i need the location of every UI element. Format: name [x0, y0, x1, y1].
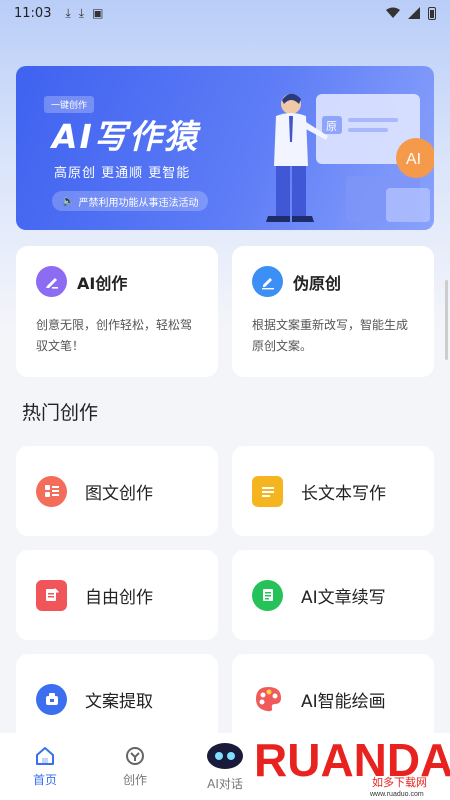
download-icon: ⤓ [65, 5, 71, 20]
long-text-icon [252, 475, 283, 507]
extract-icon [36, 683, 67, 715]
ai-create-title: AI创作 [77, 273, 128, 293]
watermark-url: www.ruaduo.com [369, 791, 424, 798]
ai-badge-text: AI [406, 151, 421, 168]
robot-icon [207, 743, 243, 769]
banner-title: AI写作猿 [52, 117, 199, 156]
feature-extract[interactable]: 文案提取 [16, 654, 218, 744]
ruandado-watermark-logo: RUANDADO 如多下载网 www.ruaduo.com [254, 734, 450, 798]
feature-free-write[interactable]: 自由创作 [16, 550, 218, 640]
nav-create[interactable]: 创作 [90, 733, 180, 800]
speaker-icon: 🔈 [62, 195, 75, 207]
feature-label: 长文本写作 [301, 483, 386, 504]
feature-label: 图文创作 [85, 483, 153, 504]
download-icon-2: ⤓ [78, 5, 85, 20]
feature-label: AI智能绘画 [301, 691, 386, 712]
nav-ai-chat-label: AI对话 [207, 777, 243, 791]
scrollbar[interactable] [445, 280, 448, 360]
feature-image-text[interactable]: 图文创作 [16, 446, 218, 536]
pseudo-original-card[interactable]: 伪原创 根据文案重新改写，智能生成原创文案。 [232, 246, 434, 377]
promo-banner[interactable]: 一键创作 AI写作猿 高原创 更通顺 更智能 🔈 严禁利用功能从事违法活动 原 … [16, 66, 434, 230]
ai-create-card[interactable]: AI创作 创意无限，创作轻松，轻松驾驭文笔！ [16, 246, 218, 377]
create-icon [126, 747, 144, 765]
home-icon [36, 747, 54, 765]
pen-icon [36, 266, 67, 297]
image-text-icon [36, 475, 67, 507]
app-notification-icon: ▣ [92, 6, 104, 20]
writer-illustration: 原 AI [266, 93, 434, 222]
continue-write-icon [252, 579, 283, 611]
section-title-hot: 热门创作 [22, 402, 99, 424]
signal-icon [408, 7, 420, 19]
free-write-icon [36, 579, 67, 611]
battery-icon [428, 6, 436, 20]
wifi-icon [386, 7, 400, 18]
edit-icon [252, 266, 283, 297]
doc-label: 原 [326, 120, 337, 133]
watermark-cn: 如多下载网 [372, 775, 427, 789]
feature-long-text[interactable]: 长文本写作 [232, 446, 434, 536]
feature-label: 文案提取 [85, 691, 153, 712]
banner-notice: 🔈 严禁利用功能从事违法活动 [52, 191, 209, 211]
feature-continue-write[interactable]: AI文章续写 [232, 550, 434, 640]
palette-icon [252, 684, 283, 715]
status-bar: 11:03 ⤓ ⤓ ▣ [0, 0, 450, 26]
banner-notice-text: 严禁利用功能从事违法活动 [78, 197, 199, 209]
status-time: 11:03 [14, 5, 52, 21]
ai-create-desc: 创意无限，创作轻松，轻松驾驭文笔！ [36, 318, 193, 353]
nav-create-label: 创作 [122, 773, 147, 787]
feature-label: 自由创作 [85, 587, 153, 608]
feature-label: AI文章续写 [301, 587, 386, 608]
pseudo-original-desc: 根据文案重新改写，智能生成原创文案。 [252, 318, 409, 353]
nav-home[interactable]: 首页 [0, 733, 90, 800]
nav-home-label: 首页 [32, 773, 57, 787]
banner-subtitle: 高原创 更通顺 更智能 [54, 166, 191, 181]
pseudo-original-title: 伪原创 [293, 273, 342, 293]
